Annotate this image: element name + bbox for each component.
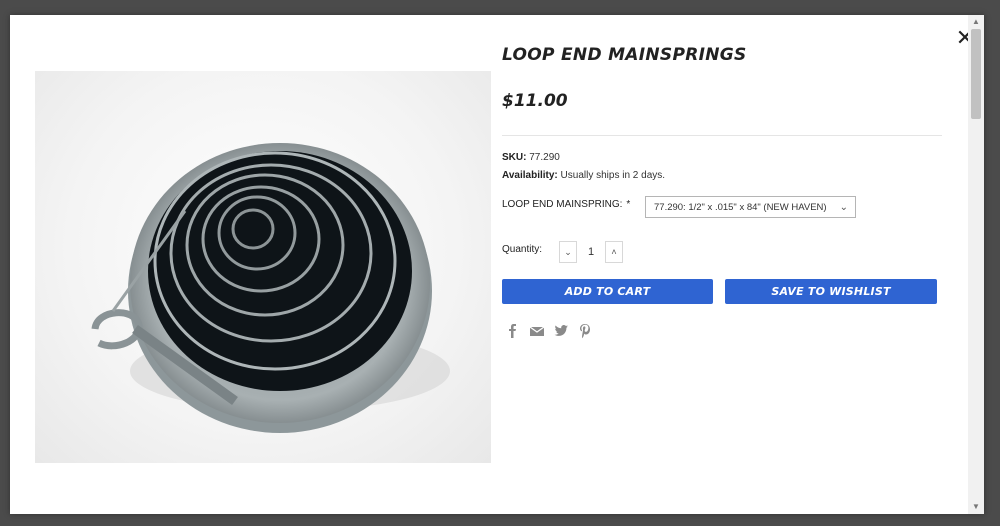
quantity-label: Quantity:: [502, 244, 543, 255]
facebook-icon[interactable]: [504, 322, 522, 340]
product-price: $11.00: [502, 91, 568, 111]
add-to-cart-button[interactable]: ADD TO CART: [502, 279, 713, 304]
save-to-wishlist-button[interactable]: SAVE TO WISHLIST: [725, 279, 937, 304]
availability-value: Usually ships in 2 days.: [560, 170, 666, 181]
scroll-down-icon[interactable]: ▼: [968, 500, 984, 514]
email-icon[interactable]: [528, 322, 546, 340]
sku-value: 77.290: [529, 152, 560, 163]
product-image: [35, 71, 491, 463]
quantity-decrease-button[interactable]: ⌄: [559, 241, 577, 263]
divider: [502, 135, 942, 136]
quantity-stepper: ⌄ 1 ˄: [559, 241, 623, 263]
chevron-down-icon: ⌄: [839, 202, 848, 213]
scrollbar-thumb[interactable]: [971, 29, 981, 119]
twitter-icon[interactable]: [552, 322, 570, 340]
scrollbar[interactable]: ▲ ▼: [968, 15, 984, 514]
option-label-row: LOOP END MAINSPRING: *: [502, 199, 630, 210]
sku-row: SKU: 77.290: [502, 152, 560, 163]
required-indicator: *: [626, 199, 631, 210]
mainspring-select[interactable]: 77.290: 1/2" x .015" x 84" (NEW HAVEN) ⌄: [645, 196, 856, 218]
pinterest-icon[interactable]: [576, 322, 594, 340]
sku-label: SKU:: [502, 152, 527, 163]
quick-view-modal: ✕ LOOP END MAINSPRINGS $11.00 SKU: 77.29…: [10, 15, 984, 514]
product-title: LOOP END MAINSPRINGS: [502, 45, 747, 65]
option-label: LOOP END MAINSPRING:: [502, 199, 623, 210]
mainspring-select-value: 77.290: 1/2" x .015" x 84" (NEW HAVEN): [654, 202, 827, 213]
availability-row: Availability: Usually ships in 2 days.: [502, 170, 665, 181]
availability-label: Availability:: [502, 170, 558, 181]
quantity-increase-button[interactable]: ˄: [605, 241, 623, 263]
quantity-input[interactable]: 1: [577, 241, 605, 263]
scroll-up-icon[interactable]: ▲: [968, 15, 984, 29]
